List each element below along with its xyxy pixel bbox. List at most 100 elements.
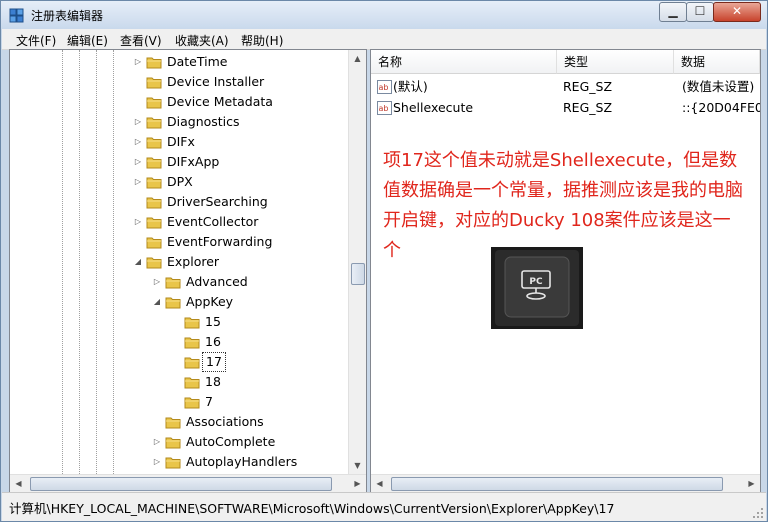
menu-help[interactable]: 帮助(H) — [241, 32, 283, 49]
folder-icon — [146, 257, 162, 269]
folder-icon — [165, 457, 181, 469]
expand-arrow-icon[interactable]: ▷ — [133, 112, 143, 132]
tree-item[interactable]: ▷ Diagnostics — [10, 112, 348, 132]
expand-arrow-icon[interactable]: ▷ — [152, 452, 162, 472]
values-hscroll-thumb[interactable] — [391, 477, 723, 491]
values-horizontal-scrollbar[interactable]: ◀ ▶ — [371, 474, 760, 492]
tree-item[interactable]: 18 — [10, 372, 348, 392]
tree-item-label: DIFxApp — [167, 154, 220, 169]
tree-item[interactable]: ▷ Advanced — [10, 272, 348, 292]
expand-arrow-icon[interactable]: ▷ — [133, 152, 143, 172]
collapse-arrow-icon[interactable]: ◢ — [152, 292, 162, 312]
column-header-type[interactable]: 类型 — [557, 50, 674, 74]
expand-arrow-icon[interactable]: ▷ — [133, 52, 143, 72]
tree-item[interactable]: EventForwarding — [10, 232, 348, 252]
tree-item-label: 18 — [205, 374, 221, 389]
tree-item[interactable]: Device Metadata — [10, 92, 348, 112]
folder-icon — [184, 357, 200, 369]
values-list-pane[interactable]: 名称 类型 数据 ab (默认) REG_SZ (数值未设置) ab Shell… — [370, 49, 761, 493]
value-row-default[interactable]: ab (默认) REG_SZ (数值未设置) — [371, 77, 760, 97]
folder-icon — [184, 377, 200, 389]
tree-item[interactable]: 17 — [10, 352, 348, 372]
tree-item[interactable]: 7 — [10, 392, 348, 412]
tree-item[interactable]: ▷ AutoplayHandlers — [10, 452, 348, 472]
tree-item[interactable]: ▷ DateTime — [10, 52, 348, 72]
expand-arrow-icon[interactable]: ▷ — [133, 132, 143, 152]
tree-item[interactable]: ◢ AppKey — [10, 292, 348, 312]
tree-item-label: Advanced — [186, 274, 248, 289]
tree-item-label: Associations — [186, 414, 264, 429]
svg-text:ab: ab — [379, 83, 389, 92]
tree-item-label: DriverSearching — [167, 194, 268, 209]
minimize-button[interactable]: ▁ — [659, 2, 687, 22]
scroll-down-arrow-icon[interactable]: ▼ — [349, 457, 366, 474]
tree-item[interactable]: 15 — [10, 312, 348, 332]
tree-item[interactable]: ▷ AutoComplete — [10, 432, 348, 452]
tree-item[interactable]: DriverSearching — [10, 192, 348, 212]
menu-file[interactable]: 文件(F) — [16, 32, 56, 49]
tree-item-label: 15 — [205, 314, 221, 329]
value-row-shellexecute[interactable]: ab Shellexecute REG_SZ ::{20D04FE0-3 — [371, 98, 760, 118]
column-header-data[interactable]: 数据 — [674, 50, 760, 74]
folder-icon — [146, 97, 162, 109]
tree-item-label: 17 — [202, 352, 226, 372]
scroll-right-arrow-icon[interactable]: ▶ — [743, 475, 760, 492]
tree-item-label: AppKey — [186, 294, 234, 309]
value-data: (数值未设置) — [682, 79, 755, 94]
resize-grip-icon[interactable] — [752, 507, 764, 519]
close-button[interactable]: ✕ — [713, 2, 761, 22]
tree-item-label: AutoComplete — [186, 434, 276, 449]
keycap-label: PC — [529, 277, 543, 287]
tree-horizontal-scrollbar[interactable]: ◀ ▶ — [10, 474, 366, 492]
tree-item-label: Device Installer — [167, 74, 265, 89]
key-tree-pane[interactable]: ▷ DateTime Device Installer Device Metadata… — [9, 49, 367, 493]
tree-item-label: Device Metadata — [167, 94, 273, 109]
tree-item[interactable]: Device Installer — [10, 72, 348, 92]
expand-arrow-icon[interactable]: ▷ — [133, 172, 143, 192]
tree-item[interactable]: ◢ Explorer — [10, 252, 348, 272]
expand-arrow-icon[interactable]: ▷ — [133, 212, 143, 232]
folder-icon — [184, 337, 200, 349]
tree-item[interactable]: ▷ EventCollector — [10, 212, 348, 232]
column-header-name[interactable]: 名称 — [371, 50, 557, 74]
menu-edit[interactable]: 编辑(E) — [67, 32, 108, 49]
tree-scroll-thumb[interactable] — [351, 263, 365, 285]
folder-icon — [146, 137, 162, 149]
tree-item[interactable]: Associations — [10, 412, 348, 432]
tree-item[interactable]: 16 — [10, 332, 348, 352]
tree-item-label: Diagnostics — [167, 114, 240, 129]
scroll-left-arrow-icon[interactable]: ◀ — [10, 475, 27, 492]
tree-item-label: EventCollector — [167, 214, 259, 229]
tree-item-label: DIFx — [167, 134, 195, 149]
maximize-icon: ☐ — [694, 4, 706, 18]
tree-hscroll-thumb[interactable] — [30, 477, 332, 491]
scroll-right-arrow-icon[interactable]: ▶ — [349, 475, 366, 492]
menu-view[interactable]: 查看(V) — [120, 32, 162, 49]
folder-icon — [146, 237, 162, 249]
tree-item[interactable]: ▷ DPX — [10, 172, 348, 192]
tree-item[interactable]: ▷ DIFx — [10, 132, 348, 152]
tree-item-label: DPX — [167, 174, 193, 189]
folder-icon — [146, 117, 162, 129]
string-value-icon: ab — [377, 101, 392, 115]
tree-vertical-scrollbar[interactable]: ▲ ▼ — [348, 50, 366, 474]
collapse-arrow-icon[interactable]: ◢ — [133, 252, 143, 272]
scroll-left-arrow-icon[interactable]: ◀ — [371, 475, 388, 492]
window-title: 注册表编辑器 — [31, 9, 104, 23]
folder-icon — [146, 157, 162, 169]
minimize-icon: ▁ — [668, 4, 678, 18]
close-icon: ✕ — [731, 4, 743, 18]
folder-icon — [146, 217, 162, 229]
menu-favorites[interactable]: 收藏夹(A) — [175, 32, 229, 49]
tree-item[interactable]: ▷ DIFxApp — [10, 152, 348, 172]
title-bar[interactable]: 注册表编辑器 ▁ ☐ ✕ — [1, 1, 767, 29]
tree-item-label: 16 — [205, 334, 221, 349]
folder-icon — [146, 177, 162, 189]
registry-editor-icon — [9, 8, 24, 23]
scroll-up-arrow-icon[interactable]: ▲ — [349, 50, 366, 67]
maximize-button[interactable]: ☐ — [686, 2, 714, 22]
expand-arrow-icon[interactable]: ▷ — [152, 432, 162, 452]
value-name: (默认) — [393, 79, 428, 94]
value-type: REG_SZ — [563, 100, 613, 115]
expand-arrow-icon[interactable]: ▷ — [152, 272, 162, 292]
